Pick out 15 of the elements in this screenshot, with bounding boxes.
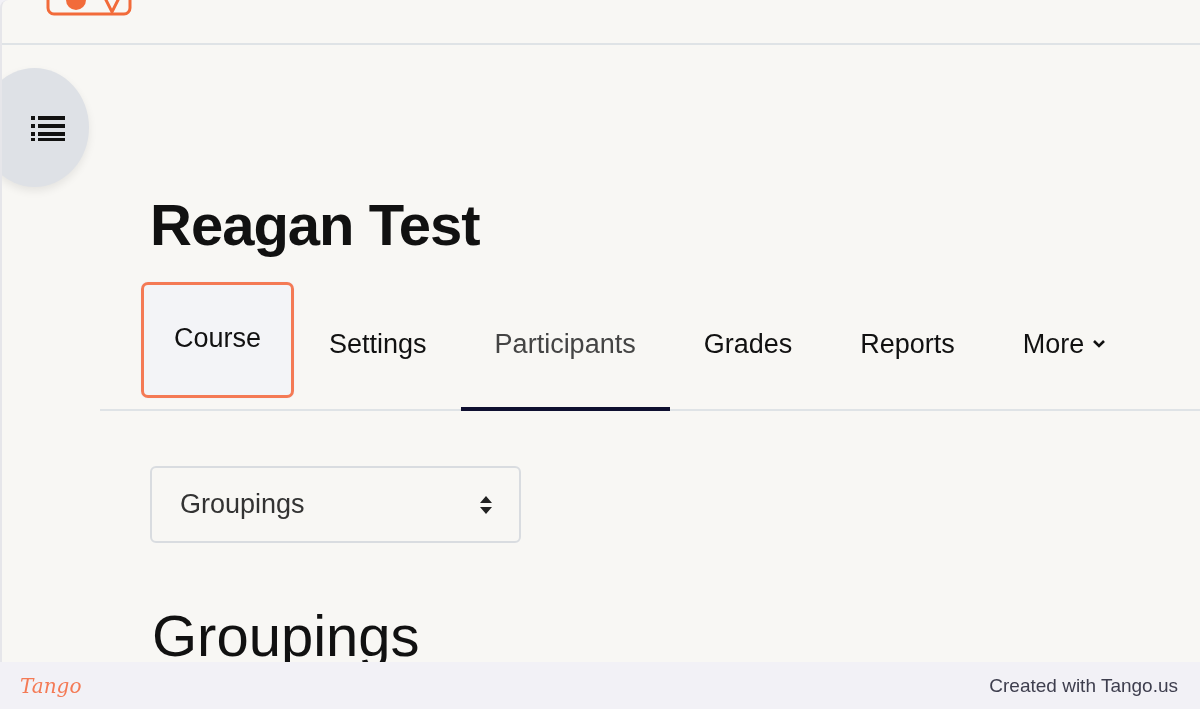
- logo-icon[interactable]: [46, 0, 132, 16]
- nav-tab[interactable]: More: [988, 281, 1141, 411]
- list-icon: [30, 113, 65, 142]
- caret-icon: [1092, 339, 1107, 349]
- nav-tab[interactable]: Participants: [460, 281, 670, 411]
- tango-logo: Tango: [20, 673, 82, 698]
- credit-text: Created with Tango.us: [989, 674, 1178, 697]
- section-heading: Groupings: [152, 602, 421, 670]
- sort-arrows-icon: [479, 494, 493, 515]
- course-title: Reagan Test: [150, 191, 481, 259]
- nav-tab[interactable]: Course: [140, 281, 296, 399]
- nav-tab[interactable]: Grades: [669, 281, 827, 411]
- nav-tab[interactable]: Reports: [826, 281, 989, 411]
- groupings-select[interactable]: Groupings: [150, 466, 521, 543]
- nav-tab[interactable]: Settings: [295, 281, 461, 411]
